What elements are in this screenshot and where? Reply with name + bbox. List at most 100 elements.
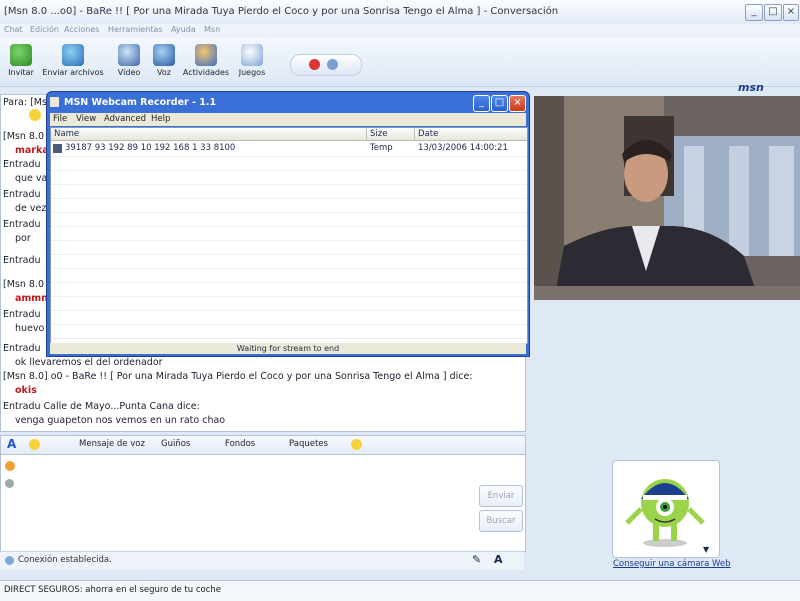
invite-label: Invitar xyxy=(8,68,34,77)
chat-message-line: marka xyxy=(15,145,49,156)
chat-message-line: Entradu xyxy=(3,159,41,170)
recorder-menu-advanced[interactable]: Advanced xyxy=(104,114,146,124)
to-field: Para: [Ms xyxy=(3,97,47,108)
recording-name: 39187 93 192 89 10 192 168 1 33 8100 xyxy=(65,143,236,153)
video-icon xyxy=(118,44,140,66)
menu-chat[interactable]: Chat xyxy=(4,25,23,34)
table-row-empty xyxy=(51,240,527,255)
recorder-menu-file[interactable]: File xyxy=(53,114,67,124)
menu-help[interactable]: Ayuda xyxy=(171,25,196,34)
webcam-frame xyxy=(534,96,800,300)
search-button[interactable]: Buscar xyxy=(479,510,523,532)
send-files-button[interactable]: Enviar archivos xyxy=(42,40,104,77)
recorder-menu-bar: File View Advanced Help xyxy=(50,113,526,126)
connection-icon xyxy=(5,556,14,565)
voice-icon xyxy=(153,44,175,66)
status-bar: Conexión establecida. ✎ A xyxy=(0,551,524,570)
window-title: [Msn 8.0 ...o0] - BaRe !! [ Por una Mira… xyxy=(4,6,559,17)
msn-logo: msn xyxy=(738,81,764,94)
chat-message-line: Entradu xyxy=(3,219,41,230)
packs-button[interactable]: Paquetes xyxy=(289,439,328,449)
table-row-empty xyxy=(51,170,527,185)
webcam-recorder-window: MSN Webcam Recorder - 1.1 _ □ × File Vie… xyxy=(46,91,530,357)
games-label: Juegos xyxy=(238,68,266,77)
minimize-button[interactable]: _ xyxy=(745,4,763,21)
games-button[interactable]: Juegos xyxy=(236,40,268,77)
menu-msn[interactable]: Msn xyxy=(204,25,220,34)
nudge-icon[interactable] xyxy=(351,439,362,450)
chat-message-line: Entradu xyxy=(3,343,41,354)
recorder-menu-help[interactable]: Help xyxy=(151,114,170,124)
table-row-empty xyxy=(51,198,527,213)
recorder-menu-view[interactable]: View xyxy=(76,114,96,124)
chat-message-line: Entradu Calle de Mayo...Punta Cana dice: xyxy=(3,401,200,412)
contact-icon[interactable] xyxy=(327,59,338,70)
activity-icon xyxy=(5,461,15,471)
menu-edit[interactable]: Edición xyxy=(30,25,59,34)
chat-message-line: venga guapeton nos vemos en un rato chao xyxy=(15,415,226,426)
recorder-status-bar: Waiting for stream to end xyxy=(50,343,526,354)
avatar[interactable]: ▼ xyxy=(612,460,720,558)
send-button[interactable]: Enviar xyxy=(479,485,523,507)
activities-button[interactable]: Actividades xyxy=(182,40,230,77)
chat-message-line: por xyxy=(15,233,31,244)
invite-icon xyxy=(10,44,32,66)
ad-bar[interactable]: DIRECT SEGUROS: ahorra en el seguro de t… xyxy=(0,580,800,601)
column-header-date[interactable]: Date xyxy=(415,128,527,141)
table-row-empty xyxy=(51,282,527,297)
games-icon xyxy=(241,44,263,66)
status-text: Conexión establecida. xyxy=(18,555,112,565)
voice-clip-button[interactable]: Mensaje de voz xyxy=(79,439,145,449)
activities-icon xyxy=(195,44,217,66)
winks-button[interactable]: Guiños xyxy=(161,439,190,449)
text-mode-icon[interactable]: A xyxy=(494,553,503,566)
send-files-icon xyxy=(62,44,84,66)
recorder-close-button[interactable]: × xyxy=(509,95,526,112)
smiley-icon xyxy=(29,109,41,121)
handwriting-icon[interactable]: ✎ xyxy=(472,553,481,566)
table-row-empty xyxy=(51,226,527,241)
table-row-empty xyxy=(51,310,527,325)
video-label: Vídeo xyxy=(117,68,141,77)
ad-text[interactable]: DIRECT SEGUROS: ahorra en el seguro de t… xyxy=(4,585,221,595)
menu-tools[interactable]: Herramientas xyxy=(108,25,163,34)
table-row-empty xyxy=(51,268,527,283)
chat-message-line: que va xyxy=(15,173,48,184)
recorder-app-icon xyxy=(50,97,59,107)
backgrounds-button[interactable]: Fondos xyxy=(225,439,255,449)
chat-message-line: de vez xyxy=(15,203,47,214)
recordings-list[interactable]: Name Size Date 39187 93 192 89 10 192 16… xyxy=(50,127,528,344)
format-toolbar: A Mensaje de voz Guiños Fondos Paquetes xyxy=(0,435,526,455)
table-row-empty xyxy=(51,254,527,269)
voice-button[interactable]: Voz xyxy=(150,40,178,77)
chat-message-line: Entradu xyxy=(3,309,41,320)
webcam-video: ⚙ xyxy=(534,96,800,300)
chat-message-line: okis xyxy=(15,385,37,396)
recording-file-icon xyxy=(53,144,62,153)
send-files-label: Enviar archivos xyxy=(42,68,104,77)
recording-date: 13/03/2006 14:00:21 xyxy=(418,143,508,153)
table-row-empty xyxy=(51,184,527,199)
menu-actions[interactable]: Acciones xyxy=(64,25,99,34)
recorder-minimize-button[interactable]: _ xyxy=(473,95,490,112)
font-icon[interactable]: A xyxy=(7,437,16,451)
message-input[interactable]: Enviar Buscar xyxy=(0,454,526,552)
avatar-options-arrow[interactable]: ▼ xyxy=(703,545,709,554)
invite-button[interactable]: Invitar xyxy=(6,40,36,77)
close-button[interactable]: × xyxy=(783,4,799,21)
column-header-size[interactable]: Size xyxy=(367,128,415,141)
table-row[interactable]: 39187 93 192 89 10 192 168 1 33 8100 Tem… xyxy=(51,142,527,157)
video-button[interactable]: Vídeo xyxy=(114,40,144,77)
chat-message-line: Entradu xyxy=(3,189,41,200)
chat-message-line: huevo xyxy=(15,323,45,334)
chat-message-line: [Msn 8.0 xyxy=(3,131,45,142)
recorder-maximize-button[interactable]: □ xyxy=(491,95,508,112)
display-picture xyxy=(625,479,705,547)
column-header-name[interactable]: Name xyxy=(51,128,367,141)
table-row-empty xyxy=(51,296,527,311)
emoticon-button[interactable] xyxy=(29,439,40,450)
maximize-button[interactable]: □ xyxy=(764,4,782,21)
get-webcam-link[interactable]: Conseguir una cámara Web xyxy=(613,559,731,569)
block-icon[interactable] xyxy=(309,59,320,70)
voice-label: Voz xyxy=(157,68,171,77)
